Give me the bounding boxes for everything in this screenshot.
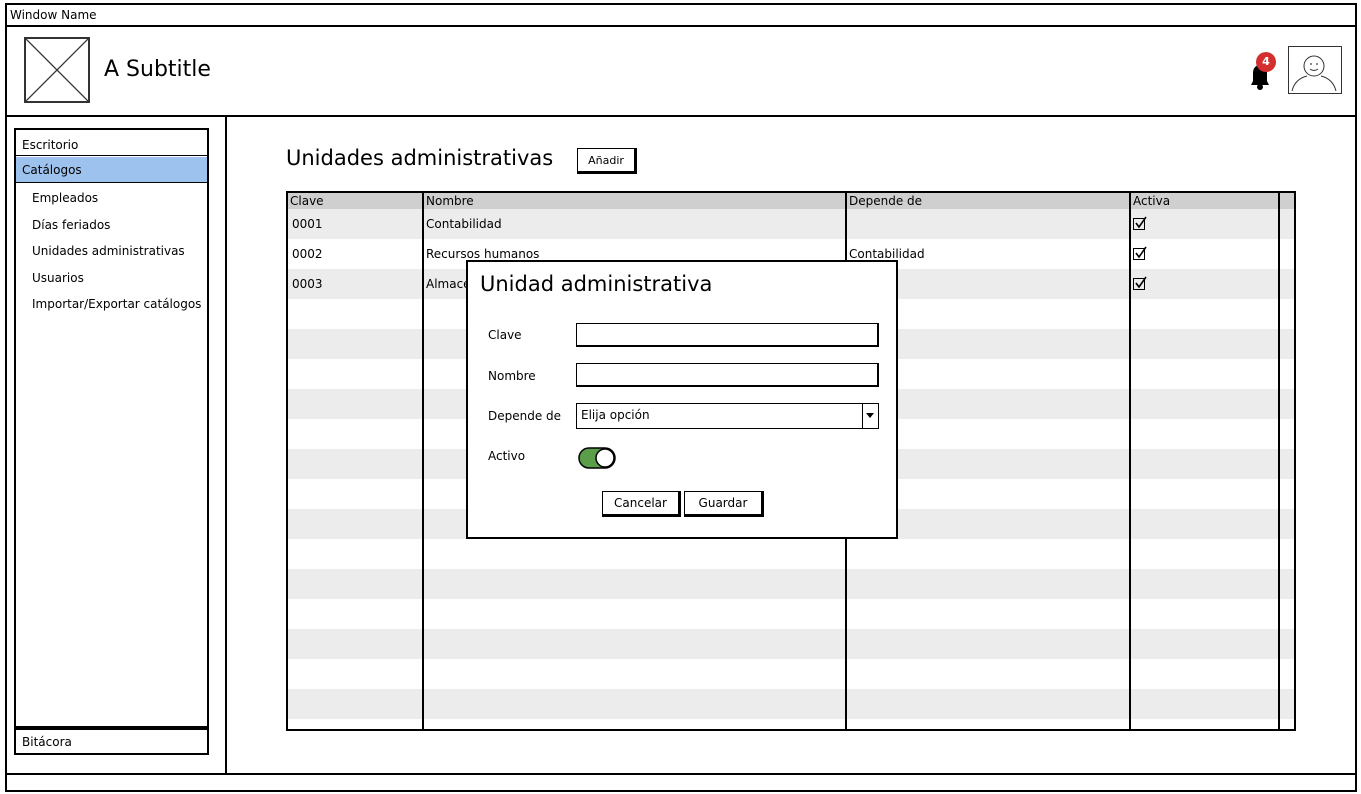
sidebar-item-unidades-administrativas[interactable]: Unidades administrativas [16,238,207,264]
cell-clave: 0002 [292,247,323,261]
sidebar-item-escritorio[interactable]: Escritorio [16,134,207,156]
clave-input[interactable] [576,323,879,347]
chevron-down-icon[interactable] [862,404,878,428]
column-header-clave[interactable]: Clave [290,193,324,209]
user-avatar[interactable] [1288,46,1342,94]
depende-label: Depende de [488,409,562,423]
column-divider [422,193,424,729]
footer-divider [7,773,1355,775]
cell-nombre: Contabilidad [426,217,502,231]
window-title: Window Name [7,5,1355,27]
add-button[interactable]: Añadir [577,148,637,174]
activa-checkbox[interactable] [1133,246,1147,260]
sidebar-item-catalogos[interactable]: Catálogos [16,157,207,183]
nombre-label: Nombre [488,369,536,383]
notification-badge: 4 [1256,52,1276,72]
table-row [288,689,1294,719]
page-title: Unidades administrativas [286,146,554,170]
cell-clave: 0001 [292,217,323,231]
app-subtitle: A Subtitle [104,57,211,82]
app-header: A Subtitle 4 [7,27,1355,117]
activo-toggle[interactable] [578,447,616,469]
nombre-input[interactable] [576,363,879,387]
depende-select[interactable]: Elija opción [576,403,879,429]
column-header-activa[interactable]: Activa [1133,193,1170,209]
sidebar-item-usuarios[interactable]: Usuarios [16,265,207,291]
sidebar-nav: Escritorio Catálogos Empleados Días feri… [14,128,209,728]
cell-nombre: Almacé [426,277,471,291]
sidebar-item-dias-feriados[interactable]: Días feriados [16,212,207,238]
table-row [288,569,1294,599]
dialog-title: Unidad administrativa [480,272,713,296]
depende-select-value: Elija opción [581,408,650,422]
save-button[interactable]: Guardar [684,491,764,517]
unit-dialog: Unidad administrativa Clave Nombre Depen… [466,260,898,539]
table-row [288,599,1294,629]
sidebar-item-bitacora[interactable]: Bitácora [14,728,209,755]
table-row [288,659,1294,689]
table-row [288,539,1294,569]
column-header-depende[interactable]: Depende de [849,193,922,209]
sidebar-item-empleados[interactable]: Empleados [16,185,207,211]
activa-checkbox[interactable] [1133,276,1147,290]
table-row[interactable]: 0001 Contabilidad [288,209,1294,239]
column-header-nombre[interactable]: Nombre [426,193,474,209]
cell-clave: 0003 [292,277,323,291]
table-header: Clave Nombre Depende de Activa [288,193,1294,209]
logo-placeholder-icon [24,37,90,103]
column-divider [1129,193,1131,729]
activo-label: Activo [488,449,526,463]
clave-label: Clave [488,328,522,342]
table-row [288,629,1294,659]
scrollbar-divider [1278,193,1280,729]
cancel-button[interactable]: Cancelar [602,491,681,517]
activa-checkbox[interactable] [1133,216,1147,230]
sidebar-item-importar-exportar[interactable]: Importar/Exportar catálogos [16,291,207,317]
